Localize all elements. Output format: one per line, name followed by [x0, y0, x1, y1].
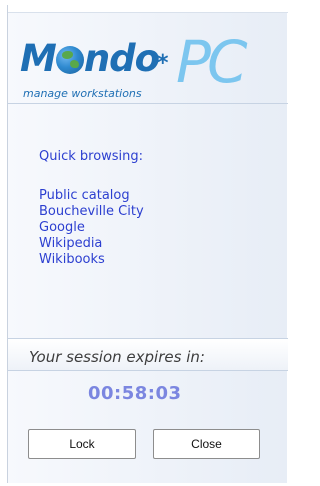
link-wikibooks[interactable]: Wikibooks: [39, 252, 279, 268]
logo-wordmark: Mndo: [20, 37, 160, 80]
mondopc-logo: Mndo * PC manage workstations: [8, 21, 288, 109]
link-google[interactable]: Google: [39, 220, 279, 236]
session-expiry-bar: Your session expires in:: [8, 338, 288, 371]
quick-link-item: Wikibooks: [39, 252, 279, 268]
globe-icon: [55, 46, 84, 74]
logo-letters-ndo: ndo: [83, 37, 160, 80]
logo-divider: [8, 103, 288, 104]
quick-link-item: Boucheville City: [39, 204, 279, 220]
logo-letter-m: M: [20, 37, 57, 80]
link-boucheville-city[interactable]: Boucheville City: [39, 204, 279, 220]
link-wikipedia[interactable]: Wikipedia: [39, 236, 279, 252]
quick-browsing-links: Public catalog Boucheville City Google W…: [39, 188, 279, 268]
logo-pc-text: PC: [176, 28, 248, 96]
lock-button[interactable]: Lock: [28, 429, 136, 459]
mondopc-sidebar-panel: Mndo * PC manage workstations Quick brow…: [7, 5, 288, 483]
logo-star-icon: *: [157, 51, 169, 76]
quick-link-item: Public catalog: [39, 188, 279, 204]
quick-link-item: Google: [39, 220, 279, 236]
quick-browsing-title: Quick browsing:: [39, 149, 144, 164]
close-button[interactable]: Close: [153, 429, 260, 459]
quick-link-item: Wikipedia: [39, 236, 279, 252]
session-timer: 00:58:03: [88, 383, 182, 404]
session-expiry-label: Your session expires in:: [29, 348, 205, 366]
logo-tagline: manage workstations: [23, 87, 142, 100]
panel-top-bar: [8, 5, 288, 13]
link-public-catalog[interactable]: Public catalog: [39, 188, 279, 204]
